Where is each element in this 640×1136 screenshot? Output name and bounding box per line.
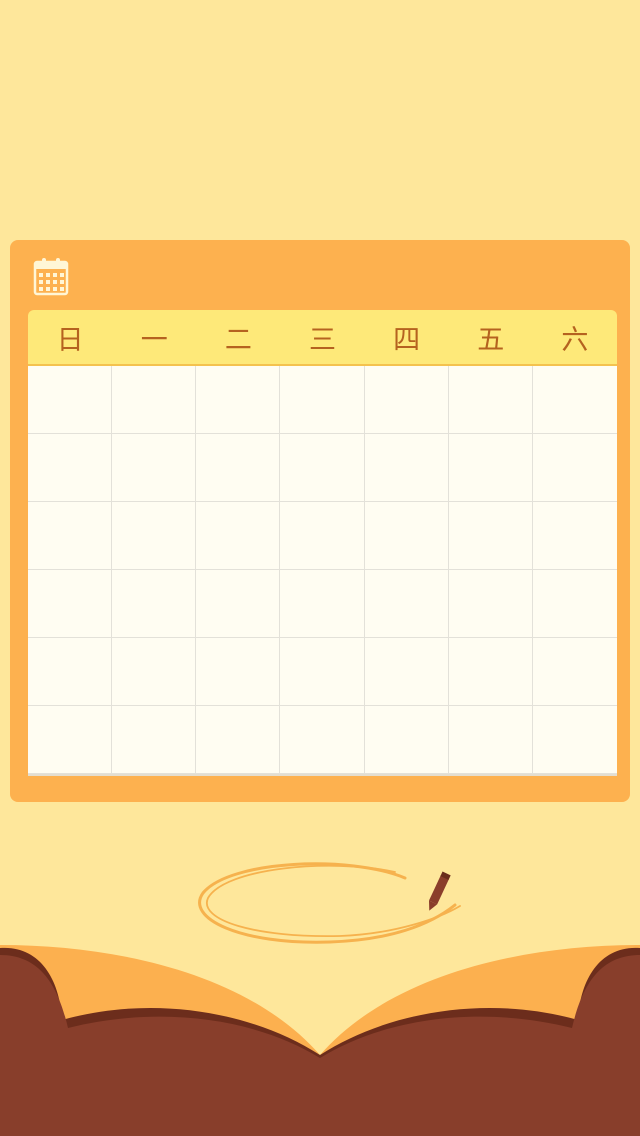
scribble-circle (198, 862, 461, 944)
pencil-icon (428, 871, 451, 911)
decoration-layer (0, 862, 640, 1136)
page: 日 一 二 三 四 五 六 (0, 0, 640, 1136)
open-book-illustration (0, 945, 640, 1136)
